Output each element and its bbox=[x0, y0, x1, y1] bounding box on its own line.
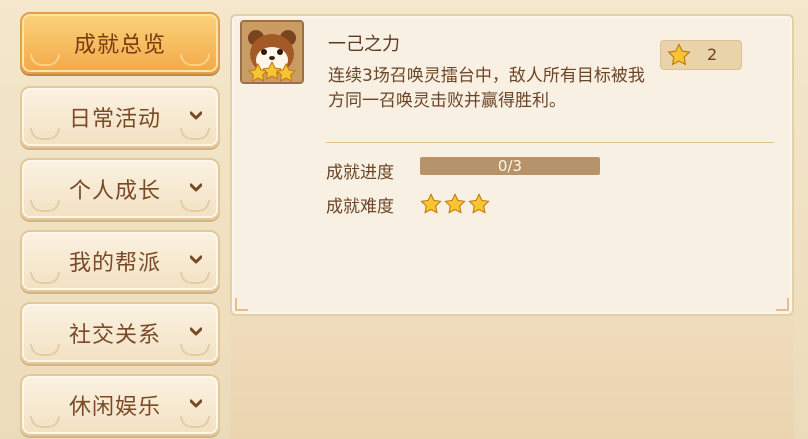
category-sidebar: 成就总览 日常活动 个人成长 我的帮派 社交关系 休闲娱乐 bbox=[0, 0, 228, 439]
chevron-down-icon bbox=[190, 398, 202, 410]
sidebar-item-daily-activities[interactable]: 日常活动 bbox=[20, 86, 220, 148]
star-icon bbox=[667, 43, 691, 71]
hamster-with-stars-icon bbox=[240, 20, 304, 84]
empty-list-area bbox=[230, 318, 794, 439]
difficulty-stars bbox=[420, 193, 490, 215]
reward-count: 2 bbox=[707, 45, 718, 64]
sidebar-item-personal-growth[interactable]: 个人成长 bbox=[20, 158, 220, 220]
sidebar-item-label: 我的帮派 bbox=[68, 251, 161, 276]
sidebar-item-leisure[interactable]: 休闲娱乐 bbox=[20, 374, 220, 436]
achievement-window: 成就总览 日常活动 个人成长 我的帮派 社交关系 休闲娱乐 一己之力 连续3场召… bbox=[0, 0, 808, 439]
chevron-down-icon bbox=[190, 254, 202, 266]
sidebar-item-label: 休闲娱乐 bbox=[68, 395, 161, 420]
progress-label: 成就进度 bbox=[326, 163, 394, 183]
sidebar-item-label: 日常活动 bbox=[68, 107, 161, 132]
sidebar-item-overview[interactable]: 成就总览 bbox=[20, 12, 220, 74]
sidebar-item-label: 成就总览 bbox=[73, 33, 166, 58]
difficulty-star-icon bbox=[468, 193, 490, 215]
difficulty-star-icon bbox=[444, 193, 466, 215]
achievement-description: 连续3场召唤灵擂台中，敌人所有目标被我方同一召唤灵击败并赢得胜利。 bbox=[328, 66, 645, 111]
progress-text: 0/3 bbox=[497, 157, 523, 175]
difficulty-label: 成就难度 bbox=[326, 197, 394, 217]
divider bbox=[326, 142, 774, 143]
chevron-down-icon bbox=[190, 110, 202, 122]
chevron-down-icon bbox=[190, 326, 202, 338]
sidebar-item-label: 个人成长 bbox=[68, 179, 161, 204]
difficulty-star-icon bbox=[420, 193, 442, 215]
progress-bar: 0/3 bbox=[420, 157, 600, 175]
sidebar-item-label: 社交关系 bbox=[68, 323, 161, 348]
achievement-card: 一己之力 连续3场召唤灵擂台中，敌人所有目标被我方同一召唤灵击败并赢得胜利。 2… bbox=[230, 14, 794, 316]
achievement-title: 一己之力 bbox=[328, 34, 400, 55]
sidebar-item-my-guild[interactable]: 我的帮派 bbox=[20, 230, 220, 292]
reward-badge: 2 bbox=[660, 40, 742, 70]
chevron-down-icon bbox=[190, 182, 202, 194]
corner-ornament bbox=[235, 298, 248, 311]
sidebar-item-social-relations[interactable]: 社交关系 bbox=[20, 302, 220, 364]
corner-ornament bbox=[776, 298, 789, 311]
